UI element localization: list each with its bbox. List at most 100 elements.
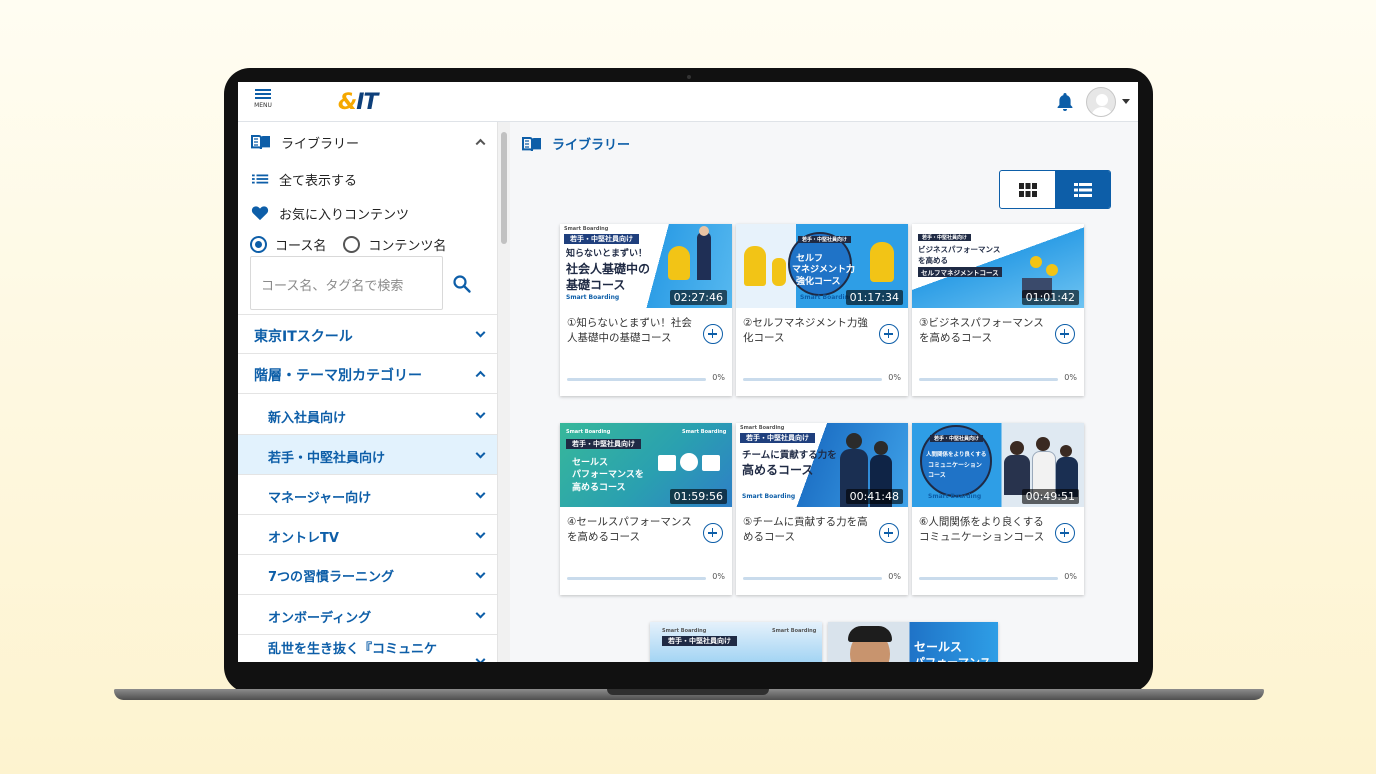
course-card[interactable]: 若手・中堅社員向け ビジネスパフォーマンス を高める セルフマネジメントコース … xyxy=(912,224,1084,396)
add-circle-icon[interactable] xyxy=(703,523,723,543)
course-card[interactable]: 若手・中堅社員向け セルフ マネジメント力 強化コース Smart Boardi… xyxy=(736,224,908,396)
duration-badge: 01:01:42 xyxy=(1021,290,1079,305)
subcategory-managers[interactable]: マネージャー向け xyxy=(238,475,497,515)
course-card[interactable]: Smart Boarding 若手・中堅社員向け セールス パフォーマンスを 高… xyxy=(560,423,732,595)
progress-percent: 0% xyxy=(712,572,725,581)
chevron-down-icon[interactable] xyxy=(475,408,486,419)
chevron-down-icon[interactable] xyxy=(1122,99,1130,104)
duration-badge: 01:59:56 xyxy=(669,489,727,504)
course-title[interactable]: ⑤チームに貢献する力を高めるコース xyxy=(743,515,873,545)
favorites-label: お気に入りコンテンツ xyxy=(279,207,410,223)
sidebar-library-label: ライブラリー xyxy=(281,136,360,152)
menu-label: MENU xyxy=(254,102,272,109)
heart-icon xyxy=(251,206,269,221)
duration-badge: 02:27:46 xyxy=(669,290,727,305)
course-card[interactable]: 若手・中堅社員向け 人間関係をより良くする コミュニケーション コース Smar… xyxy=(912,423,1084,595)
category-hierarchy-theme[interactable]: 階層・テーマ別カテゴリー xyxy=(238,354,497,394)
subcategory-ontore-tv[interactable]: オントレTV xyxy=(238,515,497,555)
course-thumbnail[interactable]: 若手・中堅社員向け セルフ マネジメント力 強化コース Smart Boardi… xyxy=(736,224,908,308)
subcategory-onboarding[interactable]: オンボーディング xyxy=(238,595,497,635)
chevron-down-icon[interactable] xyxy=(475,528,486,539)
course-thumbnail[interactable]: 若手・中堅社員向け ビジネスパフォーマンス を高める セルフマネジメントコース … xyxy=(912,224,1084,308)
sidebar-scroll-thumb[interactable] xyxy=(501,132,507,244)
subcategory-label: 新入社員向け xyxy=(268,411,347,426)
course-card[interactable]: Smart Boarding 若手・中堅社員向け 知らないとまずい！ 社会人基礎… xyxy=(560,224,732,396)
page-title: ライブラリー xyxy=(522,134,630,153)
progress-percent: 0% xyxy=(1064,572,1077,581)
add-circle-icon[interactable] xyxy=(879,324,899,344)
progress-bar xyxy=(567,577,706,580)
chevron-up-icon[interactable] xyxy=(475,370,486,381)
course-title[interactable]: ⑥人間関係をより良くするコミュニケーションコース xyxy=(919,515,1049,545)
course-thumbnail[interactable]: Smart Boarding 若手・中堅社員向け セールス パフォーマンスを 高… xyxy=(560,423,732,507)
search-input[interactable]: コース名、タグ名で検索 xyxy=(250,256,443,310)
bell-icon[interactable] xyxy=(1056,92,1074,112)
radio-course-label: コース名 xyxy=(275,239,327,254)
course-card[interactable]: セールス パフォーマンス xyxy=(828,622,998,662)
course-title[interactable]: ③ビジネスパフォーマンスを高めるコース xyxy=(919,316,1049,346)
course-card[interactable]: Smart Boarding 若手・中堅社員向け チームに貢献する力を 高めるコ… xyxy=(736,423,908,595)
subcategory-young-mid[interactable]: 若手・中堅社員向け xyxy=(238,435,497,475)
avatar[interactable] xyxy=(1086,87,1116,117)
subcategory-new-employees[interactable]: 新入社員向け xyxy=(238,395,497,435)
course-title[interactable]: ④セールスパフォーマンスを高めるコース xyxy=(567,515,697,545)
progress-bar xyxy=(567,378,706,381)
chevron-down-icon[interactable] xyxy=(475,327,486,338)
subcategory-label: マネージャー向け xyxy=(268,491,372,506)
progress-percent: 0% xyxy=(712,373,725,382)
course-thumbnail[interactable]: Smart Boarding 若手・中堅社員向け Smart Boarding xyxy=(650,622,822,662)
main-content: ライブラリー Smart Boarding 若手・中堅社員向け 知らないとまずい… xyxy=(510,122,1138,662)
grid-view-button[interactable] xyxy=(1000,171,1055,208)
course-thumbnail[interactable]: Smart Boarding 若手・中堅社員向け 知らないとまずい！ 社会人基礎… xyxy=(560,224,732,308)
book-icon xyxy=(522,136,541,151)
list-icon xyxy=(1073,182,1092,197)
chevron-down-icon[interactable] xyxy=(475,488,486,499)
sidebar-item-favorites[interactable]: お気に入りコンテンツ xyxy=(238,202,497,224)
book-icon xyxy=(251,135,270,150)
chevron-down-icon[interactable] xyxy=(475,568,486,579)
search-icon[interactable] xyxy=(452,274,472,294)
sidebar: ライブラリー 全て表示する お気に入りコンテンツ コース名 コンテンツ名 コース… xyxy=(238,122,498,662)
category-tokyo-it-school[interactable]: 東京ITスクール xyxy=(238,314,497,354)
list-view-button[interactable] xyxy=(1055,171,1110,208)
menu-button[interactable]: MENU xyxy=(252,87,274,117)
hamburger-icon xyxy=(252,89,274,99)
add-circle-icon[interactable] xyxy=(1055,523,1075,543)
add-circle-icon[interactable] xyxy=(879,523,899,543)
page-title-label: ライブラリー xyxy=(552,138,631,153)
subcategory-label: 乱世を生き抜く『コミュニケ xyxy=(268,642,438,657)
show-all-label: 全て表示する xyxy=(279,173,358,189)
course-thumbnail[interactable]: 若手・中堅社員向け 人間関係をより良くする コミュニケーション コース Smar… xyxy=(912,423,1084,507)
progress-bar xyxy=(919,577,1058,580)
subcategory-communication[interactable]: 乱世を生き抜く『コミュニケ xyxy=(238,635,497,662)
add-circle-icon[interactable] xyxy=(703,324,723,344)
duration-badge: 00:41:48 xyxy=(845,489,903,504)
category-label: 階層・テーマ別カテゴリー xyxy=(254,368,422,384)
subcategory-7-habits[interactable]: 7つの習慣ラーニング xyxy=(238,555,497,595)
radio-content-name[interactable] xyxy=(343,236,361,253)
course-title[interactable]: ①知らないとまずい！社会人基礎中の基礎コース xyxy=(567,316,697,346)
course-title[interactable]: ②セルフマネジメント力強化コース xyxy=(743,316,873,346)
chevron-down-icon[interactable] xyxy=(475,448,486,459)
sidebar-library-header[interactable]: ライブラリー xyxy=(238,130,497,154)
course-thumbnail[interactable]: セールス パフォーマンス xyxy=(828,622,998,662)
subcategory-label: オントレTV xyxy=(268,531,339,546)
course-card[interactable]: Smart Boarding 若手・中堅社員向け Smart Boarding xyxy=(650,622,822,662)
sidebar-item-show-all[interactable]: 全て表示する xyxy=(238,168,497,190)
progress-percent: 0% xyxy=(888,373,901,382)
brand-logo[interactable]: &IT xyxy=(338,90,378,115)
progress-bar xyxy=(919,378,1058,381)
add-circle-icon[interactable] xyxy=(1055,324,1075,344)
search-mode-radios: コース名 コンテンツ名 xyxy=(250,235,446,254)
chevron-down-icon[interactable] xyxy=(475,654,486,662)
chevron-up-icon[interactable] xyxy=(475,138,486,149)
view-toggle xyxy=(999,170,1111,209)
subcategory-label: 7つの習慣ラーニング xyxy=(268,570,395,585)
course-thumbnail[interactable]: Smart Boarding 若手・中堅社員向け チームに貢献する力を 高めるコ… xyxy=(736,423,908,507)
top-bar: MENU &IT xyxy=(238,82,1138,122)
duration-badge: 00:49:51 xyxy=(1021,489,1079,504)
chevron-down-icon[interactable] xyxy=(475,608,486,619)
subcategory-label: オンボーディング xyxy=(268,611,372,626)
category-label: 東京ITスクール xyxy=(254,329,353,345)
radio-course-name[interactable] xyxy=(250,236,267,253)
